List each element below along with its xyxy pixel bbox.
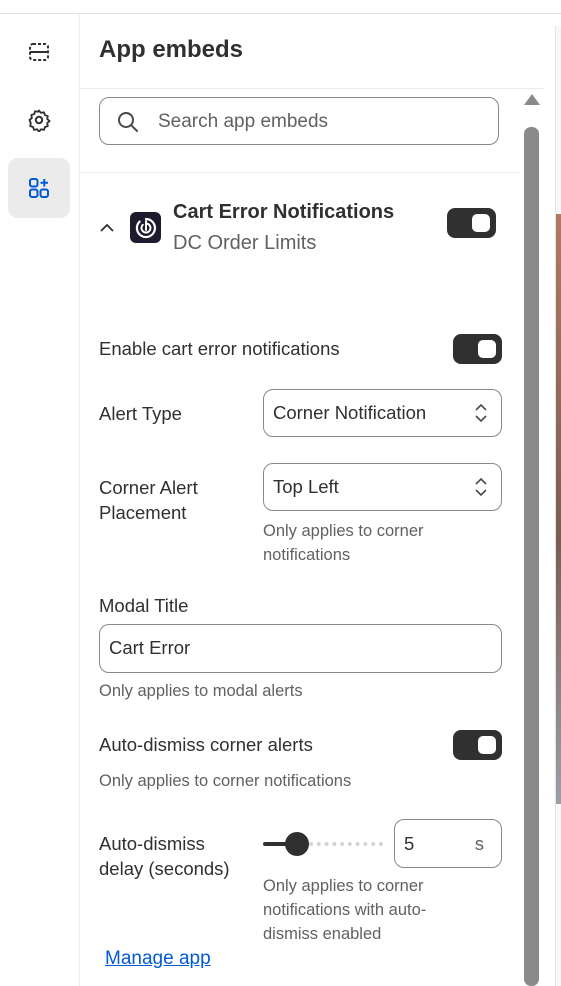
slider-thumb[interactable]	[285, 832, 309, 856]
panel-title: App embeds	[99, 36, 244, 63]
delay-input[interactable]: 5 s	[394, 819, 502, 868]
manage-app-link[interactable]: Manage app	[105, 948, 211, 970]
embed-app-name: DC Order Limits	[173, 232, 317, 254]
delay-label: Auto-dismiss delay (seconds)	[99, 833, 230, 879]
top-bar	[0, 0, 561, 14]
gear-icon	[28, 109, 51, 132]
scrollbar-thumb[interactable]	[524, 127, 539, 986]
alert-type-value: Corner Notification	[273, 402, 427, 423]
enable-notifications-label: Enable cart error notifications	[99, 338, 340, 359]
preview-image	[556, 214, 561, 804]
toggle-knob	[472, 214, 490, 232]
dc-logo-icon	[135, 217, 156, 238]
toggle-knob	[478, 736, 496, 754]
search-input[interactable]	[156, 98, 490, 146]
placement-label: Corner Alert Placement	[99, 477, 198, 523]
auto-dismiss-toggle[interactable]	[453, 730, 502, 760]
app-embeds-panel: App embeds Cart Error Notifications DC O…	[80, 14, 544, 986]
auto-dismiss-label: Auto-dismiss corner alerts	[99, 734, 313, 755]
alert-type-select[interactable]: Corner Notification	[263, 389, 502, 437]
embed-name: Cart Error Notifications	[173, 201, 395, 223]
delay-suffix: s	[474, 833, 484, 854]
placement-help: Only applies to corner notifications	[263, 522, 424, 564]
enable-notifications-toggle[interactable]	[453, 334, 502, 364]
auto-dismiss-help: Only applies to corner notifications	[99, 772, 352, 790]
search-icon	[118, 112, 138, 132]
modal-title-input[interactable]: Cart Error	[99, 624, 502, 673]
chevron-up-icon[interactable]	[99, 220, 115, 236]
select-arrows-icon	[475, 403, 487, 423]
placement-value: Top Left	[273, 476, 339, 497]
placement-select[interactable]: Top Left	[263, 463, 502, 511]
modal-title-help: Only applies to modal alerts	[99, 682, 303, 700]
search-box[interactable]	[99, 97, 499, 146]
delay-help: Only applies to corner notifications wit…	[263, 877, 427, 943]
rail-app-embeds-button[interactable]	[8, 158, 70, 218]
alert-type-label: Alert Type	[99, 403, 182, 424]
sections-icon	[29, 43, 49, 61]
modal-title-label: Modal Title	[99, 595, 189, 616]
divider	[80, 88, 544, 89]
divider	[80, 172, 520, 173]
toggle-knob	[478, 340, 496, 358]
side-rail	[0, 14, 80, 986]
delay-value: 5	[404, 833, 415, 854]
slider-track-rest	[309, 842, 383, 846]
app-logo	[130, 212, 161, 243]
scroll-up-arrow[interactable]	[524, 94, 540, 105]
rail-sections-button[interactable]	[8, 22, 70, 82]
delay-slider[interactable]	[263, 832, 383, 856]
embed-toggle[interactable]	[447, 208, 496, 238]
select-arrows-icon	[475, 477, 487, 497]
rail-settings-button[interactable]	[8, 90, 70, 150]
apps-icon	[29, 178, 49, 198]
modal-title-value: Cart Error	[109, 637, 191, 658]
